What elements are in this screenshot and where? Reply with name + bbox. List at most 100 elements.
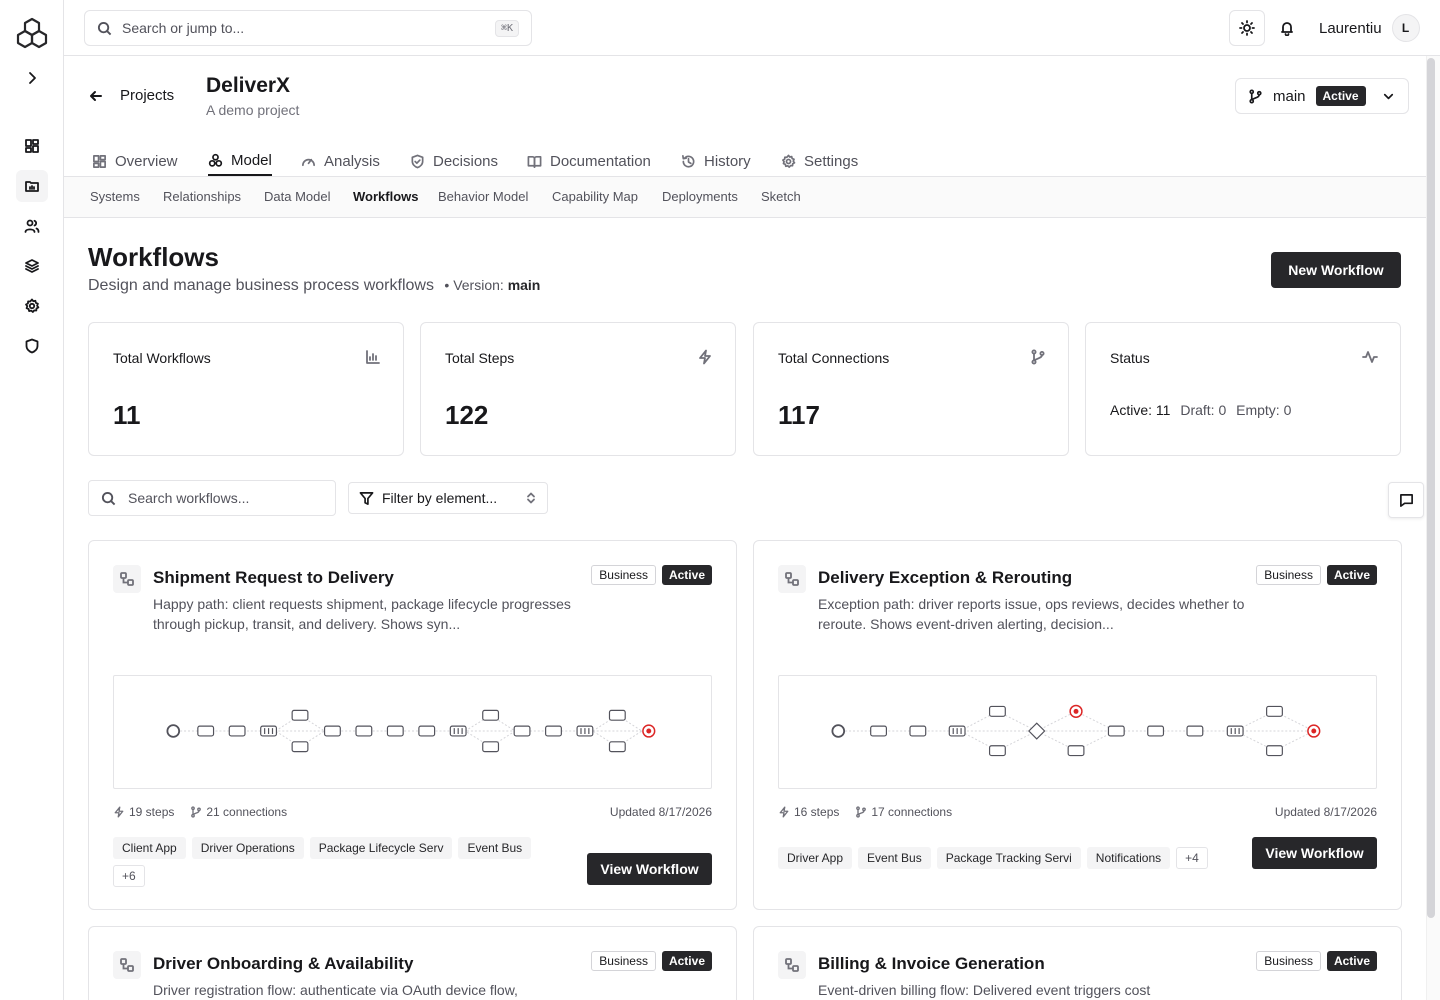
element-chip[interactable]: Package Lifecycle Serv bbox=[309, 837, 453, 859]
workflow-title[interactable]: Driver Onboarding & Availability bbox=[153, 954, 413, 974]
tab-label: Model bbox=[231, 151, 272, 169]
tab-documentation[interactable]: Documentation bbox=[527, 146, 651, 176]
subtab-relationships[interactable]: Relationships bbox=[163, 189, 241, 204]
connection-count: 17 connections bbox=[855, 805, 952, 819]
stat-card-steps: Total Steps 122 bbox=[420, 322, 736, 456]
workflow-meta: 19 steps 21 connections bbox=[113, 805, 287, 819]
nav-layers-button[interactable] bbox=[20, 254, 44, 278]
more-chip[interactable]: +6 bbox=[113, 865, 145, 887]
chevron-down-icon bbox=[1383, 93, 1394, 99]
element-chip[interactable]: Package Tracking Servi bbox=[936, 847, 1081, 869]
workflow-card[interactable]: Shipment Request to Delivery Happy path:… bbox=[88, 540, 737, 910]
layers-icon bbox=[25, 259, 39, 273]
tab-decisions[interactable]: Decisions bbox=[410, 146, 498, 176]
view-workflow-button[interactable]: View Workflow bbox=[1252, 837, 1377, 869]
sub-tabs: Systems Relationships Data Model Workflo… bbox=[64, 177, 1426, 218]
workflow-icon bbox=[785, 958, 799, 972]
status-badge: Active bbox=[1326, 951, 1377, 971]
tab-label: Decisions bbox=[433, 152, 499, 170]
workflow-description: Driver registration flow: authenticate v… bbox=[153, 982, 518, 998]
step-count-text: 16 steps bbox=[794, 805, 840, 819]
subtab-workflows[interactable]: Workflows bbox=[353, 189, 419, 204]
status-badge: Active bbox=[1326, 565, 1377, 585]
workflow-diagram-preview[interactable] bbox=[113, 675, 712, 789]
version-indicator: • Version: main bbox=[444, 277, 540, 293]
stat-value: 11 bbox=[113, 400, 141, 430]
subtab-deployments[interactable]: Deployments bbox=[662, 189, 738, 204]
workflow-title[interactable]: Delivery Exception & Rerouting bbox=[818, 568, 1072, 588]
workflow-icon bbox=[778, 565, 806, 593]
page-scrollbar-thumb[interactable] bbox=[1427, 58, 1435, 918]
element-chip[interactable]: Notifications bbox=[1086, 847, 1171, 869]
zap-icon bbox=[699, 349, 711, 365]
element-chip[interactable]: Event Bus bbox=[858, 847, 931, 869]
subtab-data-model[interactable]: Data Model bbox=[264, 189, 330, 204]
type-badge: Business bbox=[591, 565, 656, 585]
tab-overview[interactable]: Overview bbox=[92, 146, 178, 176]
nav-team-button[interactable] bbox=[20, 214, 44, 238]
search-icon bbox=[101, 491, 116, 505]
git-branch-icon bbox=[1031, 349, 1045, 365]
updated-date: Updated 8/17/2026 bbox=[1274, 805, 1377, 819]
element-chip[interactable]: Driver App bbox=[778, 847, 853, 869]
back-to-projects-link[interactable]: Projects bbox=[88, 87, 174, 104]
stat-value: 122 bbox=[445, 400, 489, 430]
bar-chart-icon bbox=[366, 350, 380, 364]
app-logo-icon[interactable] bbox=[15, 16, 49, 50]
tab-settings[interactable]: Settings bbox=[781, 146, 858, 176]
comments-button[interactable] bbox=[1388, 482, 1424, 518]
branch-selector[interactable]: main Active bbox=[1235, 78, 1409, 114]
nav-projects-button[interactable] bbox=[16, 170, 48, 202]
zap-icon bbox=[114, 806, 124, 818]
new-workflow-button[interactable]: New Workflow bbox=[1271, 252, 1401, 288]
tab-model[interactable]: Model bbox=[208, 146, 272, 176]
workflow-card[interactable]: Billing & Invoice Generation Event-drive… bbox=[753, 926, 1402, 1000]
type-badge: Business bbox=[1256, 565, 1321, 585]
workflow-card[interactable]: Delivery Exception & Rerouting Exception… bbox=[753, 540, 1402, 910]
end-node-core bbox=[1311, 728, 1317, 734]
sun-icon bbox=[1239, 20, 1255, 36]
tab-history[interactable]: History bbox=[681, 146, 751, 176]
subtab-behavior-model[interactable]: Behavior Model bbox=[438, 189, 528, 204]
element-chip[interactable]: Driver Operations bbox=[191, 837, 304, 859]
workflow-search-input[interactable]: Search workflows... bbox=[88, 480, 336, 516]
subtab-capability-map[interactable]: Capability Map bbox=[552, 189, 638, 204]
avatar: L bbox=[1391, 14, 1420, 42]
book-icon bbox=[527, 155, 542, 168]
workflow-title[interactable]: Billing & Invoice Generation bbox=[818, 954, 1045, 974]
workflow-card[interactable]: Driver Onboarding & Availability Driver … bbox=[88, 926, 737, 1000]
step-node bbox=[197, 725, 215, 737]
filter-icon bbox=[359, 491, 374, 505]
workflow-title[interactable]: Shipment Request to Delivery bbox=[153, 568, 394, 588]
more-chip[interactable]: +4 bbox=[1176, 847, 1208, 869]
notifications-button[interactable] bbox=[1269, 10, 1305, 46]
workflow-badges: Business Active bbox=[1256, 565, 1377, 585]
shield-check-icon bbox=[411, 154, 424, 168]
step-node bbox=[355, 725, 373, 737]
tab-analysis[interactable]: Analysis bbox=[301, 146, 380, 176]
branch-status-badge: Active bbox=[1315, 86, 1366, 106]
step-node bbox=[608, 741, 626, 753]
theme-toggle-button[interactable] bbox=[1229, 10, 1265, 46]
workflow-diagram-preview[interactable] bbox=[778, 675, 1377, 789]
step-node bbox=[1186, 725, 1204, 737]
nav-security-button[interactable] bbox=[20, 334, 44, 358]
element-chip[interactable]: Event Bus bbox=[458, 837, 532, 859]
nav-dashboard-button[interactable] bbox=[20, 134, 44, 158]
user-menu[interactable]: Laurentiu L bbox=[1319, 14, 1420, 42]
subtab-systems[interactable]: Systems bbox=[90, 189, 140, 204]
step-node bbox=[323, 725, 341, 737]
stat-label: Total Steps bbox=[445, 350, 515, 366]
workflow-badges: Business Active bbox=[1256, 951, 1377, 971]
step-count: 16 steps bbox=[778, 805, 839, 819]
subtab-sketch[interactable]: Sketch bbox=[761, 189, 801, 204]
view-workflow-button[interactable]: View Workflow bbox=[587, 853, 712, 885]
nav-settings-button[interactable] bbox=[20, 294, 44, 318]
workflow-diagram bbox=[831, 704, 1321, 757]
element-filter-select[interactable]: Filter by element... bbox=[348, 482, 548, 514]
workflow-icon bbox=[120, 958, 134, 972]
expand-sidebar-button[interactable] bbox=[20, 66, 44, 90]
chevron-right-icon bbox=[29, 72, 36, 84]
element-chip[interactable]: Client App bbox=[113, 837, 186, 859]
global-search-input[interactable]: Search or jump to... ⌘K bbox=[84, 10, 532, 46]
